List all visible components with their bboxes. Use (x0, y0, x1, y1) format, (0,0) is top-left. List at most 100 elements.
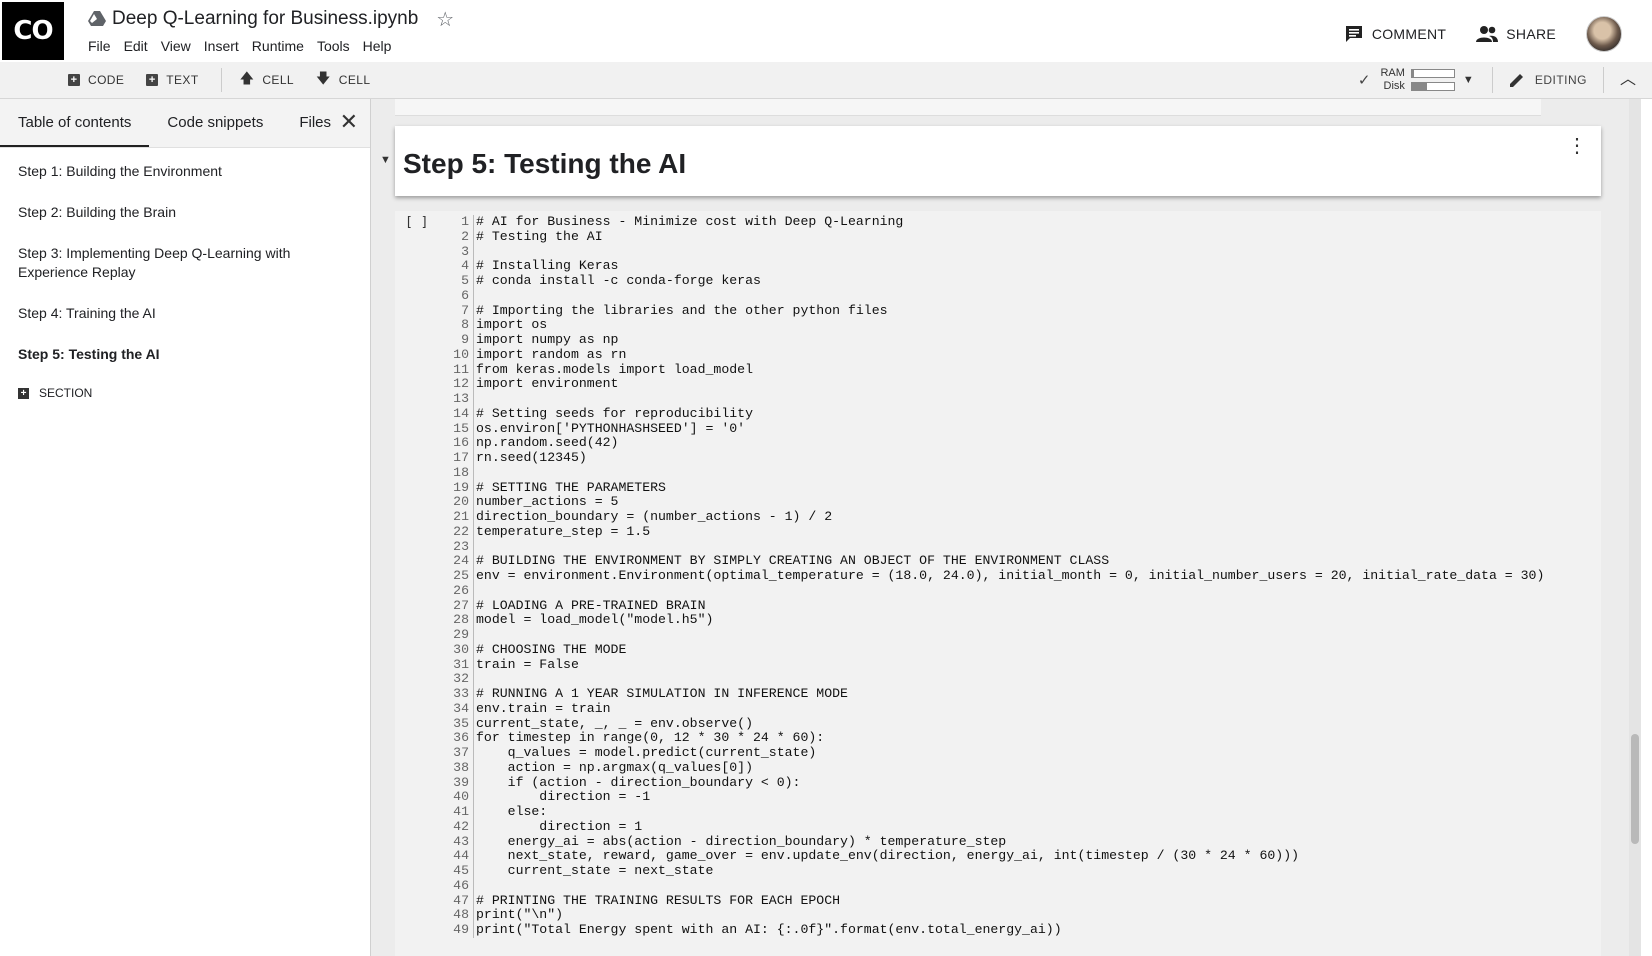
vertical-scrollbar[interactable] (1629, 99, 1641, 956)
collapse-caret-icon[interactable]: ▼ (380, 154, 391, 166)
code-text: os.environ['PYTHONHASHSEED'] = '0' (476, 420, 746, 436)
share-button[interactable]: SHARE (1476, 25, 1556, 43)
code-editor[interactable]: 1 # AI for Business - Minimize cost with … (445, 214, 1544, 938)
toc-item[interactable]: Step 3: Implementing Deep Q-Learning wit… (18, 244, 318, 282)
code-text: np.random.seed(42) (476, 435, 619, 451)
code-line: 26 (445, 583, 1544, 599)
code-line: 25 env = environment.Environment(optimal_… (445, 568, 1544, 584)
tab-code-snippets[interactable]: Code snippets (149, 99, 281, 147)
add-section-button[interactable]: + SECTION (18, 386, 370, 400)
ram-meter (1410, 69, 1455, 78)
menu-insert[interactable]: Insert (204, 38, 239, 54)
line-number: 18 (445, 465, 474, 481)
line-number: 36 (445, 730, 474, 746)
colab-logo[interactable]: CO (2, 2, 64, 60)
code-text: # Installing Keras (476, 258, 619, 274)
avatar[interactable] (1586, 16, 1622, 52)
code-line: 23 (445, 539, 1544, 555)
menu-edit[interactable]: Edit (124, 38, 148, 54)
move-cell-down-button[interactable]: 🡇 CELL (316, 68, 370, 92)
resource-labels: RAM Disk (1380, 67, 1404, 93)
code-text: if (action - direction_boundary < 0): (476, 774, 801, 790)
previous-cell-edge (395, 99, 1541, 116)
title-row: Deep Q-Learning for Business.ipynb ☆ (88, 6, 454, 32)
toc-item[interactable]: Step 4: Training the AI (18, 304, 318, 323)
comment-button[interactable]: COMMENT (1344, 24, 1446, 44)
code-line: 30 # CHOOSING THE MODE (445, 642, 1544, 658)
add-text-button[interactable]: + TEXT (146, 73, 198, 87)
code-line: 14 # Setting seeds for reproducibility (445, 406, 1544, 422)
code-line: 7 # Importing the libraries and the other… (445, 303, 1544, 319)
chevron-down-icon[interactable]: ▼ (1463, 74, 1474, 86)
toc-item[interactable]: Step 2: Building the Brain (18, 203, 318, 222)
code-text: rn.seed(12345) (476, 450, 587, 465)
menu-runtime[interactable]: Runtime (252, 38, 304, 54)
code-line: 2 # Testing the AI (445, 229, 1544, 245)
code-line: 35 current_state, _, _ = env.observe() (445, 716, 1544, 732)
code-line: 40 direction = -1 (445, 789, 1544, 805)
chevron-up-icon[interactable]: ︿ (1602, 67, 1636, 93)
add-text-label: TEXT (166, 73, 199, 87)
line-number: 7 (445, 303, 474, 319)
line-number: 34 (445, 701, 474, 717)
arrow-down-icon: 🡇 (315, 70, 331, 86)
header-actions: COMMENT SHARE (1344, 16, 1622, 52)
code-line: 28 model = load_model("model.h5") (445, 612, 1544, 628)
toolbar-divider (1491, 67, 1493, 93)
menu-tools[interactable]: Tools (317, 38, 350, 54)
line-number: 48 (445, 907, 474, 923)
line-number: 1 (445, 214, 474, 230)
line-number: 33 (445, 686, 474, 702)
star-icon[interactable]: ☆ (436, 7, 454, 32)
code-line: 11 from keras.models import load_model (445, 362, 1544, 378)
code-text: next_state, reward, game_over = env.upda… (476, 848, 1300, 864)
resource-meters[interactable] (1410, 67, 1455, 93)
disk-meter (1410, 82, 1455, 91)
menu-file[interactable]: File (88, 38, 111, 54)
scrollbar-thumb[interactable] (1631, 734, 1639, 844)
code-line: 18 (445, 465, 1544, 481)
line-number: 42 (445, 819, 474, 835)
add-code-button[interactable]: + CODE (68, 73, 124, 87)
notebook-toolbar: + CODE + TEXT 🡅 CELL 🡇 CELL ✓ RAM Disk ▼ (0, 62, 1652, 99)
code-text: env.train = train (476, 700, 611, 716)
line-number: 24 (445, 553, 474, 569)
more-vert-icon[interactable]: ⋮ (1567, 136, 1587, 156)
section-heading: Step 5: Testing the AI (403, 148, 687, 179)
toc-item[interactable]: Step 1: Building the Environment (18, 162, 318, 181)
line-number: 21 (445, 509, 474, 525)
line-number: 8 (445, 317, 474, 333)
line-number: 35 (445, 716, 474, 732)
line-number: 28 (445, 612, 474, 628)
line-number: 27 (445, 598, 474, 614)
code-text: direction = 1 (476, 818, 643, 834)
code-text: action = np.argmax(q_values[0]) (476, 759, 753, 775)
move-cell-up-button[interactable]: 🡅 CELL (240, 68, 294, 92)
notebook-title[interactable]: Deep Q-Learning for Business.ipynb (112, 8, 418, 30)
line-number: 41 (445, 804, 474, 820)
menu-help[interactable]: Help (363, 38, 392, 54)
code-text: # PRINTING THE TRAINING RESULTS FOR EACH… (476, 892, 841, 908)
menu-view[interactable]: View (161, 38, 191, 54)
line-number: 29 (445, 627, 474, 643)
close-icon[interactable]: ✕ (340, 111, 358, 133)
toolbar-right: ✓ RAM Disk ▼ EDITING ︿ (1358, 62, 1636, 98)
toolbar-divider (220, 68, 222, 92)
run-cell-button[interactable]: [ ] (405, 215, 428, 230)
drive-icon (88, 11, 106, 26)
code-line: 27 # LOADING A PRE-TRAINED BRAIN (445, 598, 1544, 614)
arrow-up-icon: 🡅 (239, 70, 255, 86)
disk-meter-fill (1411, 83, 1427, 90)
code-line: 1 # AI for Business - Minimize cost with … (445, 214, 1544, 230)
line-number: 14 (445, 406, 474, 422)
line-number: 49 (445, 922, 474, 938)
tab-table-of-contents[interactable]: Table of contents (0, 99, 150, 147)
code-line: 46 (445, 878, 1544, 894)
text-cell[interactable]: ▼ Step 5: Testing the AI ⋮ (380, 126, 1601, 196)
toc-item-active[interactable]: Step 5: Testing the AI (18, 345, 318, 364)
editing-mode-button[interactable]: EDITING (1509, 72, 1587, 88)
code-line: 20 number_actions = 5 (445, 494, 1544, 510)
code-line: 6 (445, 288, 1544, 304)
code-cell[interactable]: [ ] 1 # AI for Business - Minimize cost w… (395, 211, 1601, 956)
add-code-label: CODE (88, 73, 125, 87)
